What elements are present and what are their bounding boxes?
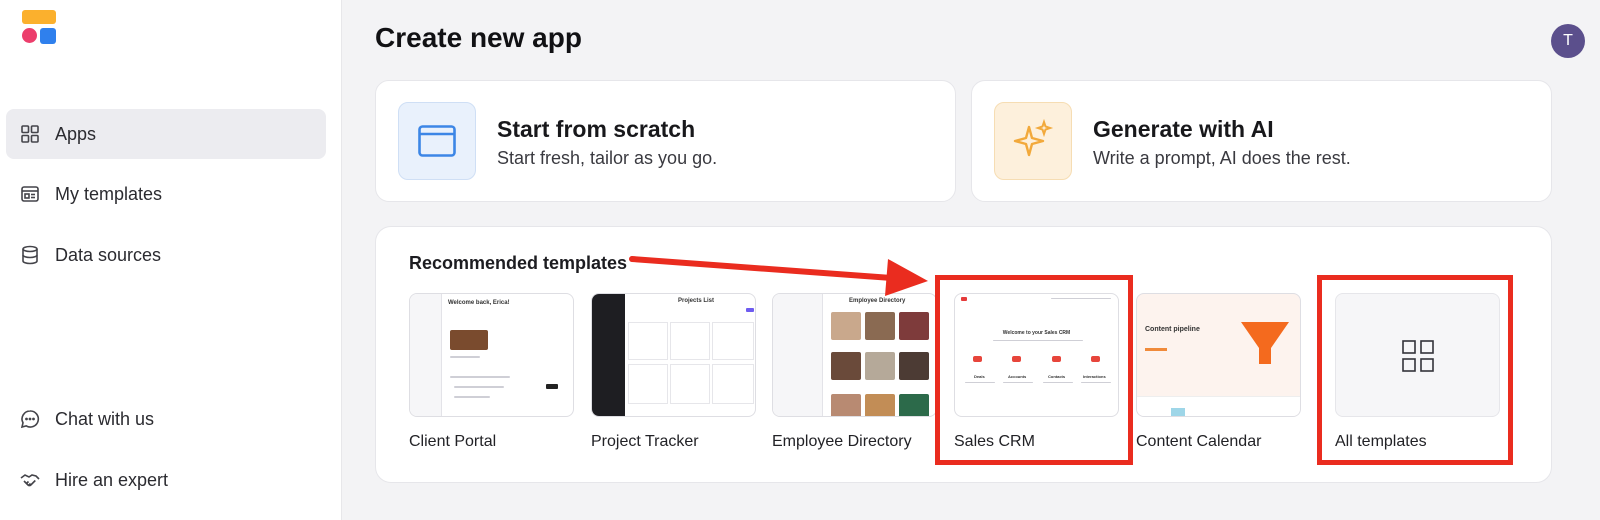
chat-icon [19,408,41,430]
sidebar-item-label: Chat with us [55,408,155,429]
sidebar-item-my-templates[interactable]: My templates [6,169,326,219]
avatar[interactable]: T [1551,24,1585,58]
page-title: Create new app [375,22,582,53]
sidebar: Apps My templates Data sources Chat with… [0,0,342,520]
template-client-portal[interactable]: Welcome back, Erica! Client Portal [409,293,574,451]
template-preview: Welcome back, Erica! [409,293,574,417]
generate-with-ai-card[interactable]: Generate with AI Write a prompt, AI does… [971,80,1552,202]
grid-icon [19,123,41,145]
preview-heading: Welcome back, Erica! [448,300,510,306]
window-icon [398,102,476,180]
templates-icon [19,183,41,205]
annotation-arrow [629,256,928,296]
sidebar-item-label: My templates [55,183,163,204]
template-label: Content Calendar [1136,433,1262,450]
database-icon [19,244,41,266]
template-label: Project Tracker [591,433,699,450]
template-employee-directory[interactable]: Employee Directory Employee Directory [772,293,937,451]
section-title: Recommended templates [409,253,628,273]
template-preview: Projects List [591,293,756,417]
option-subtitle: Start fresh, tailor as you go. [497,148,718,168]
start-from-scratch-card[interactable]: Start from scratch Start fresh, tailor a… [375,80,956,202]
template-content-calendar[interactable]: Content pipeline Content Calendar [1136,293,1301,451]
sidebar-item-data-sources[interactable]: Data sources [6,230,326,280]
option-title: Start from scratch [497,116,696,142]
sidebar-item-label: Hire an expert [55,469,169,490]
option-title: Generate with AI [1093,116,1274,142]
sidebar-item-chat[interactable]: Chat with us [6,394,326,444]
sidebar-item-label: Apps [55,123,97,144]
template-label: Employee Directory [772,433,912,450]
sparkle-icon [994,102,1072,180]
template-project-tracker[interactable]: Projects List Project Tracker [591,293,756,451]
template-label: Client Portal [409,433,497,450]
sidebar-item-label: Data sources [55,244,162,265]
template-preview: Content pipeline [1136,293,1301,417]
preview-heading: Content pipeline [1145,326,1200,333]
handshake-icon [19,469,41,491]
sidebar-item-hire-expert[interactable]: Hire an expert [6,455,326,505]
app-logo[interactable] [22,10,56,44]
sidebar-item-apps[interactable]: Apps [6,109,326,159]
highlight-box-sales-crm [935,275,1133,465]
option-subtitle: Write a prompt, AI does the rest. [1093,148,1351,168]
template-preview: Employee Directory [772,293,937,417]
highlight-box-all-templates [1317,275,1513,465]
